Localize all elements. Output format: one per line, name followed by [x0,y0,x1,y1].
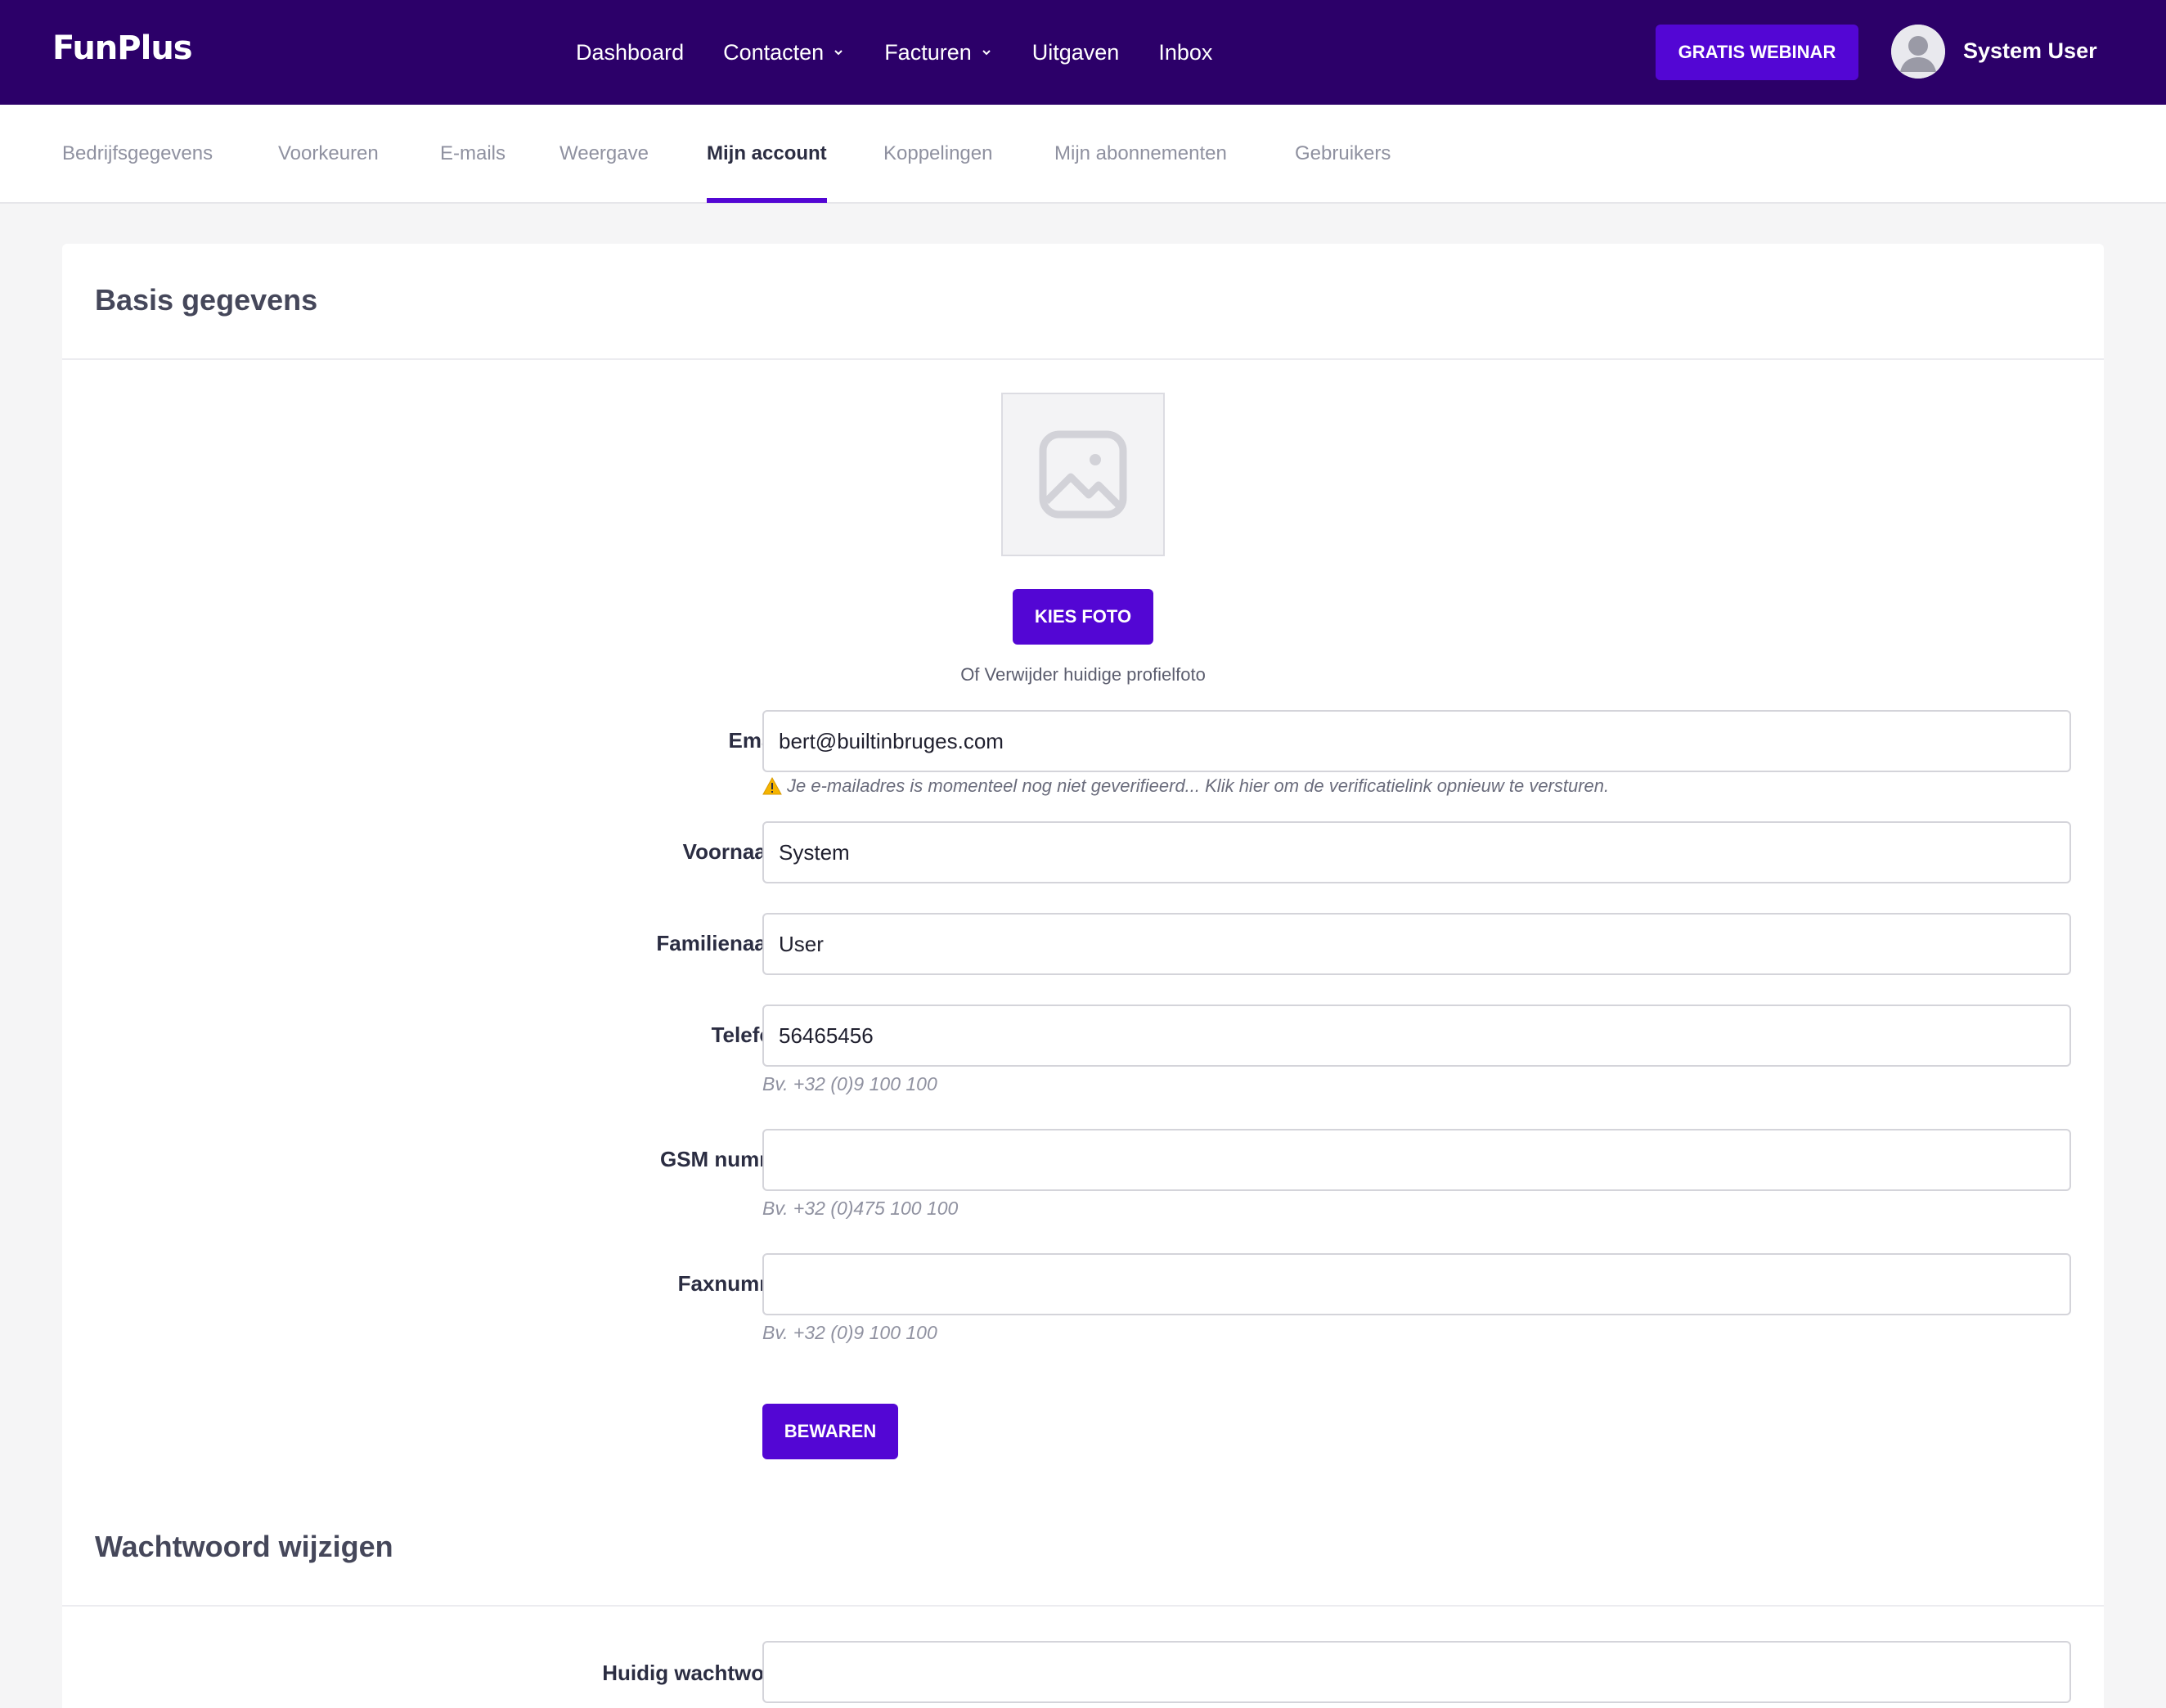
choose-photo-button[interactable]: KIES FOTO [1013,589,1153,645]
first-name-value: System [779,839,850,865]
phone-hint: Bv. +32 (0)9 100 100 [762,1073,937,1094]
top-navbar: FunPlus Dashboard Contacten Facturen Uit… [0,0,2166,105]
email-verification-warning[interactable]: Je e-mailadres is momenteel nog niet gev… [762,775,1609,797]
nav-item-label: Inbox [1158,39,1213,65]
phone-field[interactable]: 56465456 [762,1005,2071,1067]
save-button[interactable]: BEWAREN [762,1404,898,1459]
account-card: Basis gegevens KIES FOTO Of Verwijder hu… [62,244,2104,1708]
first-name-field[interactable]: System [762,821,2071,883]
main-nav: Dashboard Contacten Facturen Uitgaven In… [576,0,1252,105]
chevron-down-icon [982,50,991,56]
mobile-field[interactable] [762,1129,2071,1191]
warning-text: Je e-mailadres is momenteel nog niet gev… [787,775,1610,796]
app-logo[interactable]: FunPlus [52,29,193,67]
section-title-password: Wachtwoord wijzigen [95,1530,393,1563]
divider [62,358,2104,360]
tab-voorkeuren[interactable]: Voorkeuren [278,105,379,203]
last-name-field[interactable]: User [762,913,2071,975]
user-icon [1891,25,1945,79]
divider [62,1605,2104,1607]
nav-item-label: Contacten [723,39,825,65]
webinar-button[interactable]: GRATIS WEBINAR [1656,25,1858,80]
nav-item-contacten[interactable]: Contacten [723,40,845,65]
profile-photo [1001,393,1165,556]
tab-mijn-abonnementen[interactable]: Mijn abonnementen [1054,105,1227,203]
email-value: bert@builtinbruges.com [779,728,1004,753]
fax-hint: Bv. +32 (0)9 100 100 [762,1322,937,1343]
user-name[interactable]: System User [1963,38,2097,64]
settings-tabs: Bedrijfsgegevens Voorkeuren E-mails Weer… [0,105,2166,204]
tab-mijn-account[interactable]: Mijn account [707,105,827,203]
remove-photo-link[interactable]: Of Verwijder huidige profielfoto [880,664,1286,685]
last-name-value: User [779,931,824,956]
section-title-basis: Basis gegevens [95,283,318,317]
tab-weergave[interactable]: Weergave [559,105,649,203]
tab-bedrijfsgegevens[interactable]: Bedrijfsgegevens [62,105,213,203]
mobile-hint: Bv. +32 (0)475 100 100 [762,1198,959,1219]
nav-item-inbox[interactable]: Inbox [1158,40,1212,65]
phone-value: 56465456 [779,1023,874,1048]
nav-item-facturen[interactable]: Facturen [884,40,993,65]
tab-e-mails[interactable]: E-mails [440,105,506,203]
warning-icon [762,777,782,795]
nav-item-label: Uitgaven [1031,39,1120,65]
email-field[interactable]: bert@builtinbruges.com [762,710,2071,772]
image-placeholder-icon [1039,430,1127,519]
avatar[interactable] [1891,25,1945,79]
tab-gebruikers[interactable]: Gebruikers [1295,105,1391,203]
nav-item-label: Facturen [884,39,972,65]
current-password-field[interactable] [762,1641,2071,1703]
nav-item-dashboard[interactable]: Dashboard [576,40,684,65]
nav-item-label: Dashboard [576,39,685,65]
nav-item-uitgaven[interactable]: Uitgaven [1032,40,1120,65]
chevron-down-icon [834,50,843,56]
tab-koppelingen[interactable]: Koppelingen [883,105,992,203]
fax-field[interactable] [762,1253,2071,1315]
